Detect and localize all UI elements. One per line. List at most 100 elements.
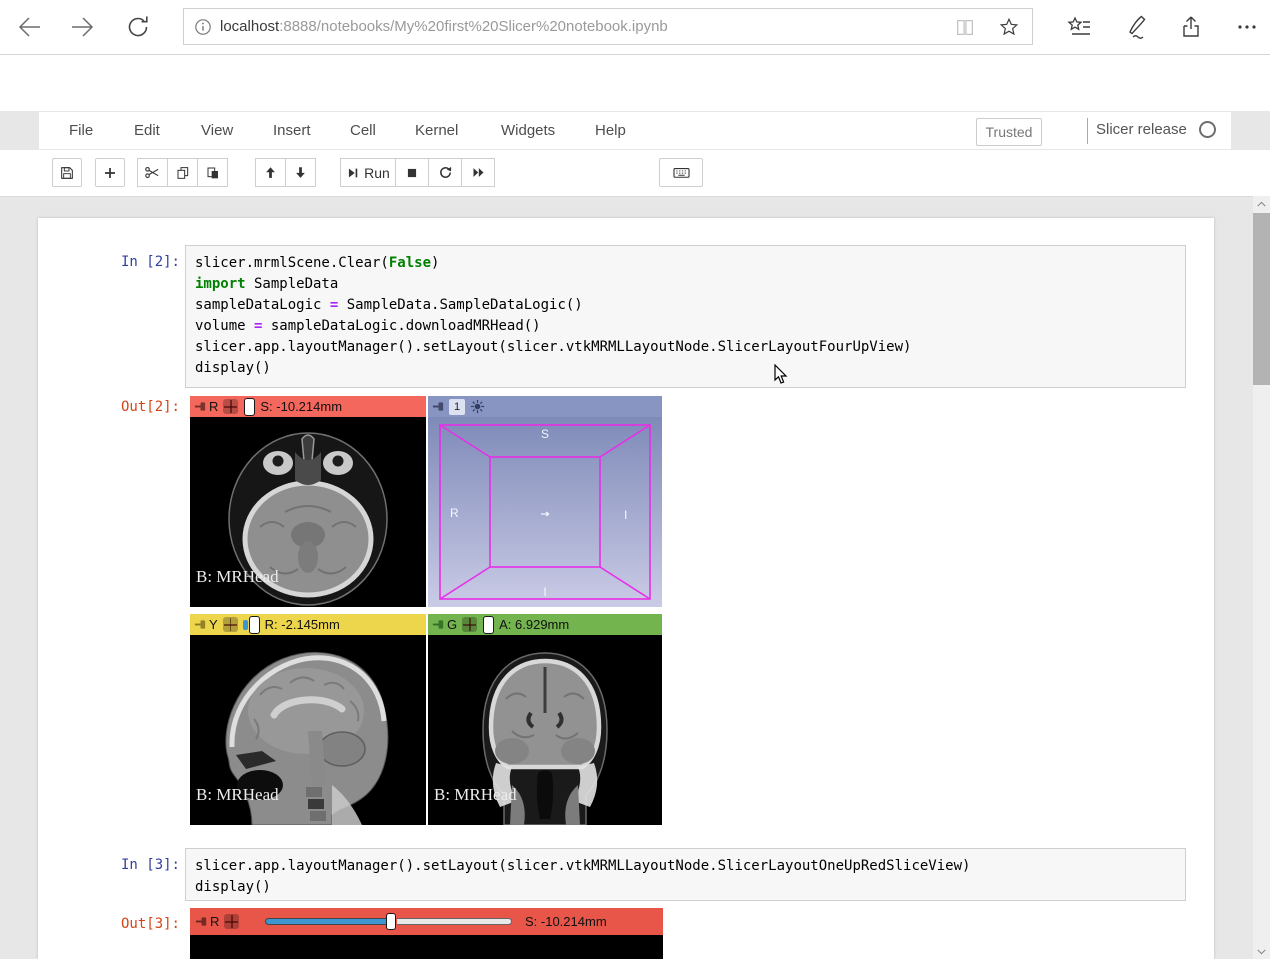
pin-icon xyxy=(194,617,207,632)
refresh-icon[interactable] xyxy=(124,13,152,41)
copy-cell-button[interactable] xyxy=(167,158,198,187)
command-palette-button[interactable] xyxy=(659,158,703,187)
run-button-label: Run xyxy=(364,165,390,181)
slice-offset-label: A: 6.929mm xyxy=(499,617,569,632)
reading-view-icon[interactable] xyxy=(954,16,976,38)
orientation-letter-left: R xyxy=(450,506,459,520)
orientation-letter-right: I xyxy=(624,508,627,522)
code-cell-input[interactable]: slicer.app.layoutManager().setLayout(sli… xyxy=(185,848,1186,901)
red-slice-controller: R S: -10.214mm xyxy=(190,908,663,935)
slice-slider-thumb xyxy=(386,913,396,930)
step-forward-icon xyxy=(346,166,360,180)
notebook-toolbar: Run Code xyxy=(0,150,1270,197)
favorite-star-icon[interactable] xyxy=(998,16,1020,38)
sagittal-slice-image: B: MRHead xyxy=(190,635,426,825)
orientation-letter-bottom: I xyxy=(543,585,546,599)
view-letter: R xyxy=(209,399,218,414)
interrupt-kernel-button[interactable] xyxy=(395,158,429,187)
input-prompt: In [3]: xyxy=(38,857,180,873)
back-icon[interactable] xyxy=(16,13,44,41)
code-cell-input[interactable]: slicer.mrmlScene.Clear(False)import Samp… xyxy=(185,245,1186,388)
corner-annotation: B: MRHead xyxy=(196,785,279,805)
cut-cell-button[interactable] xyxy=(137,158,168,187)
browser-toolbar: localhost:8888/notebooks/My%20first%20Sl… xyxy=(0,0,1270,55)
url-host: localhost xyxy=(220,18,279,35)
run-button[interactable]: Run xyxy=(340,158,396,187)
paste-icon xyxy=(205,165,221,181)
center-view-gear-icon xyxy=(470,399,485,414)
pin-icon xyxy=(432,399,445,414)
slice-offset-label: S: -10.214mm xyxy=(260,399,342,414)
corner-annotation: B: MRHead xyxy=(196,567,279,587)
scrollbar-thumb[interactable] xyxy=(1253,213,1270,385)
url-path: :8888/notebooks/My%20first%20Slicer%20no… xyxy=(279,18,668,35)
menu-kernel[interactable]: Kernel xyxy=(415,122,458,139)
restart-kernel-button[interactable] xyxy=(428,158,462,187)
view-letter: G xyxy=(447,617,457,632)
menu-edit[interactable]: Edit xyxy=(134,122,160,139)
input-prompt: In [2]: xyxy=(38,254,180,270)
axial-slice-image: B: MRHead xyxy=(190,417,426,607)
jupyter-header: jupyter My first Slicer notebook Last Ch… xyxy=(0,55,1270,111)
menu-help[interactable]: Help xyxy=(595,122,626,139)
info-icon[interactable] xyxy=(194,18,212,36)
add-cell-button[interactable] xyxy=(95,158,125,187)
slice-slider-thumb xyxy=(483,616,494,634)
axial-slice-image xyxy=(190,935,663,959)
menu-cell[interactable]: Cell xyxy=(350,122,376,139)
scissors-icon xyxy=(144,164,161,181)
move-cell-down-button[interactable] xyxy=(285,158,316,187)
kernel-status-icon xyxy=(1199,121,1216,138)
pin-icon xyxy=(194,399,207,414)
restart-run-all-button[interactable] xyxy=(461,158,495,187)
arrow-down-icon xyxy=(293,165,308,180)
red-slice-view: R S: -10.214mm xyxy=(190,396,426,607)
page-scrollbar[interactable] xyxy=(1253,196,1270,959)
restart-icon xyxy=(438,165,453,180)
crosshair-icon xyxy=(462,617,477,632)
green-slice-view: G A: 6.929mm xyxy=(428,614,662,825)
notebook-menubar: File Edit View Insert Cell Kernel Widget… xyxy=(38,111,1232,150)
keyboard-icon xyxy=(672,163,691,182)
crosshair-icon xyxy=(224,914,239,929)
output-prompt: Out[3]: xyxy=(38,916,180,932)
corner-annotation: B: MRHead xyxy=(434,785,517,805)
crosshair-icon xyxy=(223,617,238,632)
scroll-up-icon[interactable] xyxy=(1253,196,1270,212)
more-options-icon[interactable] xyxy=(1233,13,1261,41)
kernel-separator xyxy=(1087,118,1088,144)
green-slice-controller: G A: 6.929mm xyxy=(428,614,662,635)
slice-slider-thumb xyxy=(244,398,255,416)
share-icon[interactable] xyxy=(1177,13,1205,41)
stop-icon xyxy=(405,166,419,180)
web-note-pen-icon[interactable] xyxy=(1122,13,1150,41)
view-letter: R xyxy=(210,914,219,929)
menu-view[interactable]: View xyxy=(201,122,233,139)
slice-slider-thumb xyxy=(249,616,260,634)
menu-widgets[interactable]: Widgets xyxy=(501,122,555,139)
save-button[interactable] xyxy=(52,158,82,187)
coronal-slice-image: B: MRHead xyxy=(428,635,662,825)
screen: localhost:8888/notebooks/My%20first%20Sl… xyxy=(0,0,1270,959)
orientation-letter-top: S xyxy=(541,427,549,441)
pin-icon xyxy=(432,617,445,632)
hub-favorites-icon[interactable] xyxy=(1066,13,1094,41)
crosshair-icon xyxy=(223,399,238,414)
yellow-slice-view: Y R: -2.145mm xyxy=(190,614,426,825)
menu-insert[interactable]: Insert xyxy=(273,122,311,139)
red-slice-controller: R S: -10.214mm xyxy=(190,396,426,417)
trusted-button[interactable]: Trusted xyxy=(976,118,1042,146)
paste-cell-button[interactable] xyxy=(197,158,228,187)
forward-icon[interactable] xyxy=(68,13,96,41)
address-bar[interactable]: localhost:8888/notebooks/My%20first%20Sl… xyxy=(183,8,1033,45)
slice-slider-track xyxy=(397,918,512,925)
scroll-down-icon[interactable] xyxy=(1253,943,1270,959)
plus-icon xyxy=(102,165,118,181)
move-cell-up-button[interactable] xyxy=(255,158,286,187)
view-letter: Y xyxy=(209,617,218,632)
yellow-slice-controller: Y R: -2.145mm xyxy=(190,614,426,635)
output-prompt: Out[2]: xyxy=(38,399,180,415)
view-number-badge: 1 xyxy=(449,399,465,415)
red-slice-view-oneup: R S: -10.214mm xyxy=(190,908,663,959)
menu-file[interactable]: File xyxy=(69,122,93,139)
